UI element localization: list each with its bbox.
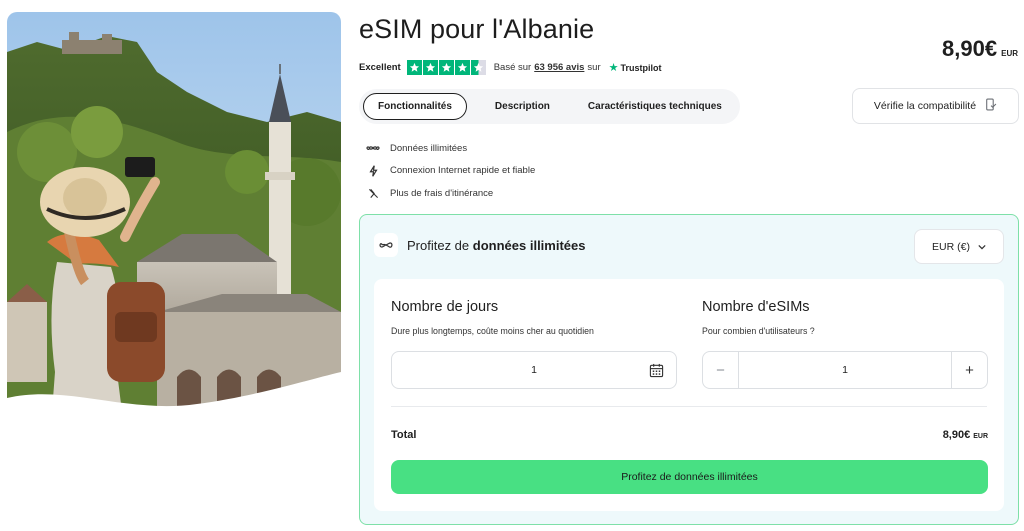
currency-value: EUR (€) xyxy=(932,240,970,253)
price-currency: EUR xyxy=(1001,49,1018,58)
esims-subtitle: Pour combien d'utilisateurs ? xyxy=(702,326,815,336)
offer-panel: Profitez de données illimitées EUR (€) N… xyxy=(359,214,1019,525)
rating-text-after: sur xyxy=(587,62,601,73)
offer-title-prefix: Profitez de xyxy=(407,237,470,253)
feature-item: Plus de frais d'itinérance xyxy=(366,182,535,205)
total-amount: 8,90€ xyxy=(942,429,971,441)
esims-title: Nombre d'eSIMs xyxy=(702,299,810,315)
esims-quantity-stepper: − 1 + xyxy=(702,351,988,389)
feature-label: Plus de frais d'itinérance xyxy=(390,187,494,199)
days-subtitle: Dure plus longtemps, coûte moins cher au… xyxy=(391,326,594,336)
price-value: 8,90€ xyxy=(942,36,998,61)
infinity-icon xyxy=(374,233,398,257)
total-value: 8,90€ EUR xyxy=(943,429,988,441)
rating-stars xyxy=(406,60,486,75)
esims-value[interactable]: 1 xyxy=(739,364,951,376)
reviews-count-link[interactable]: 63 956 avis xyxy=(534,62,584,73)
lightning-icon xyxy=(366,164,380,178)
rating-label: Excellent xyxy=(359,62,401,73)
star-icon xyxy=(438,60,454,75)
trustpilot-star-icon: ★ xyxy=(608,62,619,74)
phone-check-icon xyxy=(984,98,997,114)
offer-title: Profitez de données illimitées xyxy=(407,238,585,253)
divider xyxy=(391,406,987,407)
tab-fonctionnalites[interactable]: Fonctionnalités xyxy=(363,93,467,120)
buy-button[interactable]: Profitez de données illimitées xyxy=(391,460,988,494)
product-tabs: Fonctionnalités Description Caractéristi… xyxy=(359,89,740,124)
currency-select[interactable]: EUR (€) xyxy=(914,229,1004,264)
trustpilot-rating: Excellent Basé sur 63 956 avis sur ★ Tru… xyxy=(359,60,661,75)
tab-caracteristiques[interactable]: Caractéristiques techniques xyxy=(574,93,736,120)
check-compatibility-button[interactable]: Vérifie la compatibilité xyxy=(852,88,1019,124)
total-label: Total xyxy=(391,429,417,441)
feature-list: Données illimitées Connexion Internet ra… xyxy=(366,137,535,205)
offer-title-bold: données illimitées xyxy=(472,237,586,253)
star-half-icon xyxy=(470,60,486,75)
star-icon xyxy=(406,60,422,75)
trustpilot-logo[interactable]: ★ Trustpilot xyxy=(609,61,662,74)
total-currency: EUR xyxy=(973,433,988,440)
feature-label: Connexion Internet rapide et fiable xyxy=(390,165,536,177)
days-title: Nombre de jours xyxy=(391,299,499,315)
order-card: Nombre de jours Dure plus longtemps, coû… xyxy=(374,279,1004,511)
feature-label: Données illimitées xyxy=(390,142,468,154)
star-icon xyxy=(422,60,438,75)
offer-header: Profitez de données illimitées xyxy=(374,233,585,257)
compat-label: Vérifie la compatibilité xyxy=(873,100,977,112)
tab-description[interactable]: Description xyxy=(481,93,564,120)
infinity-icon xyxy=(366,141,380,155)
calendar-icon[interactable] xyxy=(649,363,664,381)
hero-image xyxy=(7,12,341,412)
decrement-button[interactable]: − xyxy=(703,352,739,388)
feature-item: Connexion Internet rapide et fiable xyxy=(366,160,535,183)
rating-text-before: Basé sur xyxy=(493,62,532,73)
feature-item: Données illimitées xyxy=(366,137,535,160)
product-title: eSIM pour l'Albanie xyxy=(359,14,595,44)
product-price: 8,90€ EUR xyxy=(942,36,1018,62)
trustpilot-name: Trustpilot xyxy=(620,62,662,73)
star-icon xyxy=(454,60,470,75)
no-roaming-icon xyxy=(366,186,380,200)
chevron-down-icon xyxy=(978,241,986,253)
days-value: 1 xyxy=(531,364,537,376)
increment-button[interactable]: + xyxy=(951,352,987,388)
days-input[interactable]: 1 xyxy=(391,351,677,389)
